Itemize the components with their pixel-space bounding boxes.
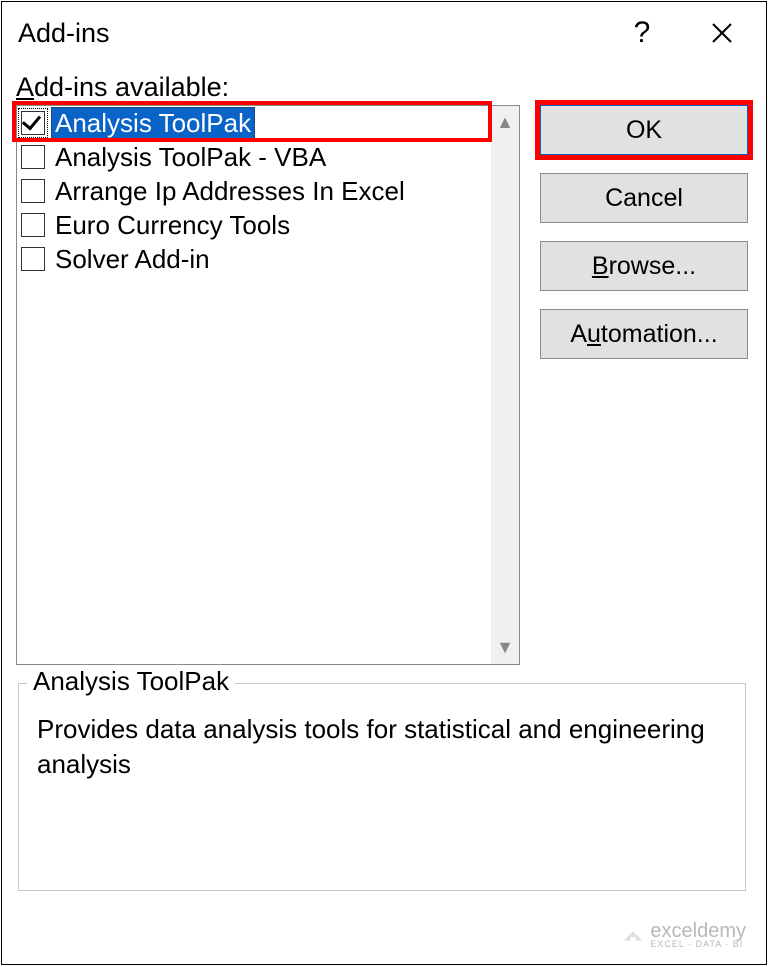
checkbox-icon[interactable] xyxy=(21,111,45,135)
help-button[interactable]: ? xyxy=(602,9,682,57)
ok-button[interactable]: OK xyxy=(540,105,748,155)
dialog-body: Add-ins available: Analysis ToolPak Anal… xyxy=(2,60,766,964)
addin-item-analysis-toolpak-vba[interactable]: Analysis ToolPak - VBA xyxy=(17,140,491,174)
addins-list-container: Analysis ToolPak Analysis ToolPak - VBA … xyxy=(16,105,522,665)
checkbox-icon[interactable] xyxy=(21,213,45,237)
close-icon xyxy=(710,21,734,45)
addin-item-arrange-ip[interactable]: Arrange Ip Addresses In Excel xyxy=(17,174,491,208)
scrollbar[interactable]: ▲ ▼ xyxy=(491,106,519,664)
addin-label: Arrange Ip Addresses In Excel xyxy=(51,175,409,208)
addins-dialog: Add-ins ? Add-ins available: Analysis To… xyxy=(1,1,767,965)
close-button[interactable] xyxy=(682,9,762,57)
addin-details-description: Provides data analysis tools for statist… xyxy=(37,712,727,782)
cancel-button[interactable]: Cancel xyxy=(540,173,748,223)
watermark-icon xyxy=(622,924,644,946)
button-column: OK Cancel Browse... Automation... xyxy=(540,105,748,359)
addin-label: Analysis ToolPak xyxy=(51,107,255,140)
addin-item-euro-currency[interactable]: Euro Currency Tools xyxy=(17,208,491,242)
addin-item-solver[interactable]: Solver Add-in xyxy=(17,242,491,276)
addin-details-group: Analysis ToolPak Provides data analysis … xyxy=(18,683,746,891)
addins-list-inner: Analysis ToolPak Analysis ToolPak - VBA … xyxy=(17,106,491,664)
checkbox-icon[interactable] xyxy=(21,179,45,203)
addin-details-title: Analysis ToolPak xyxy=(27,666,235,697)
checkbox-icon[interactable] xyxy=(21,247,45,271)
addin-item-analysis-toolpak[interactable]: Analysis ToolPak xyxy=(17,106,491,140)
scroll-up-icon[interactable]: ▲ xyxy=(496,112,514,133)
watermark: exceldemy EXCEL · DATA · BI xyxy=(622,920,746,949)
browse-button[interactable]: Browse... xyxy=(540,241,748,291)
dialog-title: Add-ins xyxy=(18,18,602,49)
addin-label: Analysis ToolPak - VBA xyxy=(51,141,330,174)
scroll-down-icon[interactable]: ▼ xyxy=(496,637,514,658)
main-row: Analysis ToolPak Analysis ToolPak - VBA … xyxy=(16,105,748,665)
addin-label: Euro Currency Tools xyxy=(51,209,294,242)
titlebar: Add-ins ? xyxy=(2,2,766,60)
addins-available-label: Add-ins available: xyxy=(16,72,748,103)
addins-listbox[interactable]: Analysis ToolPak Analysis ToolPak - VBA … xyxy=(16,105,520,665)
checkbox-icon[interactable] xyxy=(21,145,45,169)
automation-button[interactable]: Automation... xyxy=(540,309,748,359)
addin-label: Solver Add-in xyxy=(51,243,214,276)
